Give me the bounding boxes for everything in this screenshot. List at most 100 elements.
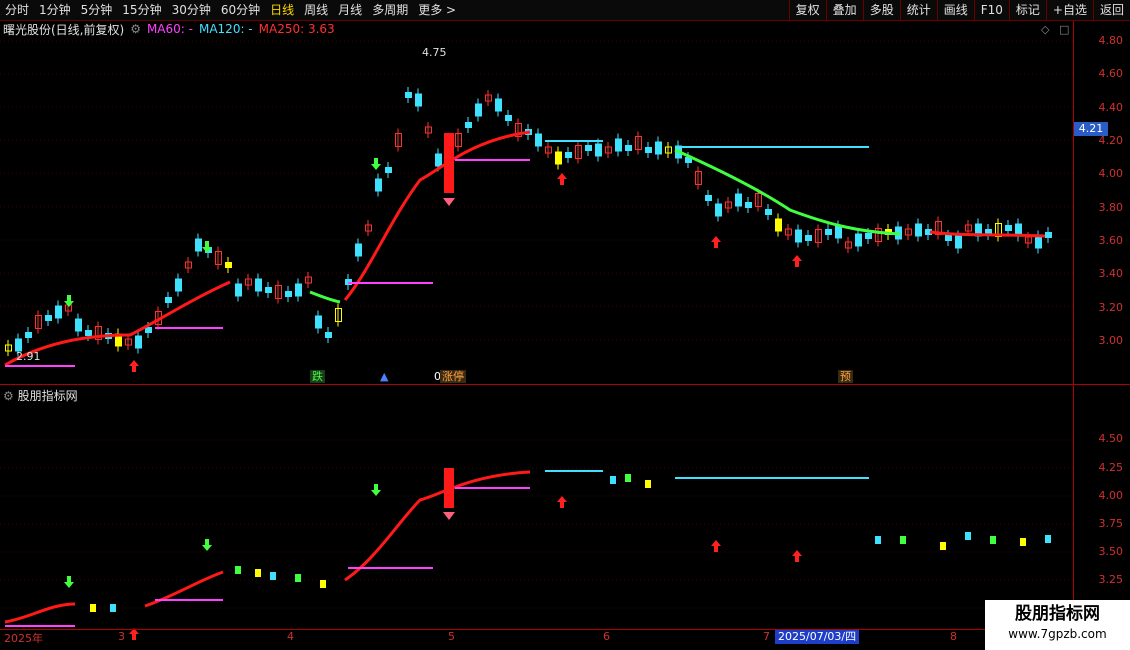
ytick: 3.00 (1098, 334, 1124, 347)
indicator-block (270, 572, 276, 580)
candle-body (25, 332, 32, 338)
indicator-block (965, 532, 971, 540)
arrow-down-icon (202, 539, 212, 551)
candle-body (715, 203, 722, 217)
candle-body (165, 297, 172, 303)
candle-body (805, 235, 812, 241)
trend-line-green (309, 290, 341, 304)
arrow-up-icon (557, 496, 567, 508)
diamond-icon (443, 512, 455, 520)
ytick: 4.25 (1098, 461, 1124, 474)
pane-divider (0, 384, 1130, 385)
indicator-block (875, 536, 881, 544)
watermark: 股朋指标网 www.7gpzb.com (985, 600, 1130, 650)
indicator-block (110, 604, 116, 612)
candle-body (955, 235, 962, 249)
candle-body (865, 233, 872, 239)
arrow-up-icon (711, 236, 721, 248)
candle-body (565, 152, 572, 158)
candle-body (295, 283, 302, 297)
candle-body (315, 315, 322, 329)
indicator-block (1045, 535, 1051, 543)
arrow-down-icon (371, 158, 381, 170)
ytick: 3.80 (1098, 201, 1124, 214)
candle-body (945, 235, 952, 241)
candle-body (1035, 235, 1042, 249)
candle-body (915, 223, 922, 237)
ytick: 3.20 (1098, 301, 1124, 314)
indicator-block (320, 580, 326, 588)
candle-body (45, 315, 52, 321)
indicator-block (610, 476, 616, 484)
indicator-block (1020, 538, 1026, 546)
candle-body (135, 335, 142, 349)
xaxis-label: 5 (448, 630, 455, 643)
candle-body (655, 141, 662, 155)
arrow-down-icon (371, 484, 381, 496)
ytick: 3.25 (1098, 573, 1124, 586)
limit-up-badge: 涨停 (440, 370, 466, 383)
indicator-name: 股朋指标网 (17, 389, 78, 403)
xaxis-label: 7 (763, 630, 770, 643)
ytick: 3.40 (1098, 267, 1124, 280)
limit-up-bar (444, 133, 454, 193)
candle-body (415, 93, 422, 107)
ytick: 4.60 (1098, 67, 1124, 80)
sub-pane-title: ⚙ 股朋指标网 (3, 387, 78, 404)
candle-body (405, 92, 412, 98)
candle-body (585, 145, 592, 151)
candle-body (615, 138, 622, 152)
candle-body (235, 283, 242, 297)
candle-body (85, 330, 92, 336)
indicator-block (235, 566, 241, 574)
ytick: 3.50 (1098, 545, 1124, 558)
settings-icon[interactable]: ⚙ (3, 389, 14, 403)
high-price-marker: 4.75 (422, 46, 447, 59)
main-price-axis: 4.80 4.60 4.40 4.20 4.00 3.80 3.60 3.40 … (1073, 21, 1130, 384)
indicator-block (645, 480, 651, 488)
candle-body (855, 233, 862, 247)
candle-body (535, 133, 542, 147)
candle-body (735, 193, 742, 207)
candle-body (75, 318, 82, 332)
indicator-block (940, 542, 946, 550)
arrow-down-icon (64, 576, 74, 588)
arrow-up-icon (129, 360, 139, 372)
xaxis-label: 4 (287, 630, 294, 643)
low-price-marker: 2.91 (16, 350, 41, 363)
candle-body (475, 103, 482, 117)
candle-body (435, 153, 442, 167)
candle-body (595, 143, 602, 157)
indicator-block (900, 536, 906, 544)
selected-date: 2025/07/03/四 (775, 630, 860, 644)
candle-body (465, 122, 472, 128)
ytick: 4.40 (1098, 101, 1124, 114)
ytick: 4.80 (1098, 34, 1124, 47)
candle-body (325, 332, 332, 338)
candle-body (795, 229, 802, 243)
xaxis-label: 8 (950, 630, 957, 643)
arrow-up-icon (792, 255, 802, 267)
trend-line-green (674, 148, 901, 236)
watermark-title: 股朋指标网 (1015, 604, 1100, 624)
ytick: 4.00 (1098, 489, 1124, 502)
up-signal-icon: ▲ (380, 370, 389, 383)
candle-body (385, 167, 392, 173)
candle-body (745, 202, 752, 208)
candle-body (555, 151, 562, 165)
diamond-icon (443, 198, 455, 206)
indicator-block (990, 536, 996, 544)
xaxis-label: 6 (603, 630, 610, 643)
candle-body (175, 278, 182, 292)
indicator-block (90, 604, 96, 612)
candle-body (765, 209, 772, 215)
candle-body (195, 238, 202, 252)
candle-body (285, 291, 292, 297)
kline-chart[interactable] (0, 0, 1130, 650)
candle-body (265, 287, 272, 293)
candle-body (1005, 225, 1012, 231)
candle-body (225, 262, 232, 268)
candle-body (505, 115, 512, 121)
current-price-tag: 4.21 (1074, 122, 1108, 136)
xaxis-label: 3 (118, 630, 125, 643)
